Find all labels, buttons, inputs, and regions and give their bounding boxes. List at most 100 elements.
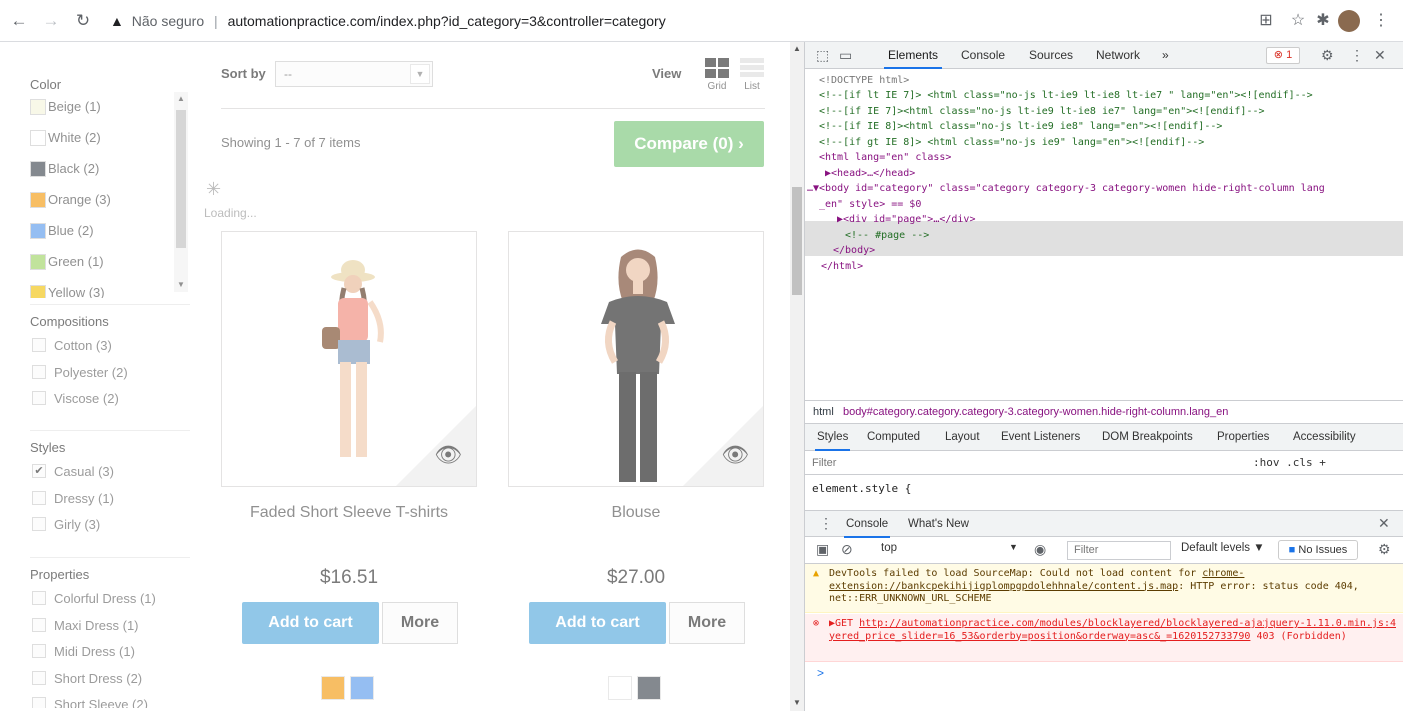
filter-checkbox-label[interactable]: Short Dress (2) [54, 671, 142, 686]
tab-accessibility[interactable]: Accessibility [1293, 431, 1356, 443]
url-text[interactable]: automationpractice.com/index.php?id_cate… [228, 13, 666, 29]
color-filter-label[interactable]: Orange (3) [48, 192, 111, 207]
color-filter-label[interactable]: Black (2) [48, 161, 99, 176]
filter-checkbox-label[interactable]: Viscose (2) [54, 391, 119, 406]
filter-checkbox-item[interactable]: Short Dress (2) [32, 670, 142, 691]
tab-sources[interactable]: Sources [1029, 48, 1073, 62]
color-filter-item[interactable]: Black (2) [30, 161, 99, 181]
product-image-card[interactable]: 👁 [221, 231, 477, 487]
color-swatch-blue[interactable] [350, 676, 374, 700]
page-scroll-thumb[interactable] [792, 187, 802, 295]
live-expression-eye-icon[interactable]: ◉ [1034, 541, 1046, 558]
product-image-card[interactable]: 👁 [508, 231, 764, 487]
sort-select[interactable]: -- ▼ [275, 61, 433, 87]
error-prefix[interactable]: ▶GET [829, 618, 859, 629]
styles-filter-placeholder[interactable]: Filter [812, 457, 836, 469]
breadcrumb-html[interactable]: html [813, 406, 834, 418]
dom-line[interactable]: <!-- #page --> [845, 228, 929, 244]
tab-properties[interactable]: Properties [1217, 431, 1269, 443]
quick-view-eye-icon[interactable]: 👁 [721, 442, 749, 468]
filter-checkbox-label[interactable]: Maxi Dress (1) [54, 618, 139, 633]
issues-button[interactable]: ■ No Issues [1278, 540, 1358, 560]
console-filter-input[interactable]: Filter [1067, 541, 1171, 560]
filter-checkbox-label[interactable]: Short Sleeve (2) [54, 697, 148, 708]
scroll-up-arrow-icon[interactable]: ▲ [790, 44, 804, 53]
dom-line[interactable]: ▶<div id="page">…</div> [837, 212, 975, 228]
error-source-link[interactable]: jquery-1.11.0.min.js:4 [1263, 618, 1396, 631]
filter-checkbox-item[interactable]: Viscose (2) [32, 391, 119, 411]
color-swatch[interactable] [30, 254, 46, 270]
error-count-badge[interactable]: ⊗ 1 [1266, 47, 1300, 64]
dom-line[interactable]: ▶<head>…</head> [825, 166, 915, 182]
tab-console[interactable]: Console [961, 48, 1005, 62]
dom-line[interactable]: <!--[if lt IE 7]> <html class="no-js lt-… [819, 88, 1313, 104]
gear-icon[interactable]: ⚙ [1378, 541, 1391, 558]
inspect-element-icon[interactable]: ⬚ [816, 47, 829, 64]
color-filter-item[interactable]: Yellow (3) [30, 285, 105, 298]
color-swatch[interactable] [30, 285, 46, 298]
filter-checkbox-item[interactable]: Maxi Dress (1) [32, 617, 139, 638]
dom-line[interactable]: <!DOCTYPE html> [819, 73, 909, 89]
filter-checkbox-item[interactable]: Dressy (1) [32, 490, 114, 511]
color-filter-item[interactable]: Orange (3) [30, 192, 111, 212]
color-filter-item[interactable]: Beige (1) [30, 99, 101, 119]
tab-layout[interactable]: Layout [945, 431, 980, 443]
add-to-cart-button[interactable]: Add to cart [242, 602, 379, 644]
filter-checkbox-item[interactable]: Midi Dress (1) [32, 644, 135, 664]
list-view-button[interactable]: List [737, 58, 767, 98]
color-list-scroll-thumb[interactable] [176, 110, 186, 248]
device-toolbar-icon[interactable]: ▭ [839, 47, 852, 64]
drawer-menu-icon[interactable]: ⋮ [819, 515, 833, 532]
error-link[interactable]: http://automationpractice.com/modules/bl… [829, 618, 1317, 642]
scroll-up-arrow-icon[interactable]: ▲ [174, 94, 188, 103]
page-scrollbar[interactable]: ▲ ▼ [790, 42, 804, 711]
product-name[interactable]: Faded Short Sleeve T-shirts [221, 504, 477, 522]
more-tabs-button[interactable]: » [1162, 48, 1169, 62]
hov-cls-toggles[interactable]: :hov .cls + [1253, 451, 1326, 475]
tab-computed[interactable]: Computed [867, 431, 920, 443]
color-filter-item[interactable]: White (2) [30, 130, 101, 150]
filter-checkbox-item[interactable]: Colorful Dress (1) [32, 591, 156, 611]
tab-network[interactable]: Network [1096, 48, 1140, 62]
filter-checkbox-label[interactable]: Midi Dress (1) [54, 644, 135, 659]
filter-checkbox-label[interactable]: Casual (3) [54, 464, 114, 479]
breadcrumb-body[interactable]: body#category.category.category-3.catego… [843, 406, 1228, 418]
more-button[interactable]: More [669, 602, 745, 644]
tab-dom-breakpoints[interactable]: DOM Breakpoints [1102, 431, 1193, 443]
context-select[interactable]: top ▼ [881, 542, 1018, 554]
checkbox[interactable] [32, 591, 46, 605]
console-prompt[interactable]: > [817, 666, 824, 680]
dom-line[interactable]: <!--[if IE 8]><html class="no-js lt-ie9 … [819, 119, 1222, 135]
color-swatch[interactable] [30, 223, 46, 239]
gear-icon[interactable]: ⚙ [1321, 47, 1334, 64]
filter-checkbox-label[interactable]: Polyester (2) [54, 365, 128, 380]
color-swatch[interactable] [30, 130, 46, 146]
drawer-tab-console[interactable]: Console [843, 518, 891, 538]
more-button[interactable]: More [382, 602, 458, 644]
color-swatch-white[interactable] [608, 676, 632, 700]
color-swatch-black[interactable] [637, 676, 661, 700]
translate-icon[interactable]: ⊞ [1255, 10, 1277, 32]
checkbox[interactable] [32, 364, 46, 379]
clear-console-icon[interactable]: ⊘ [841, 541, 853, 558]
warning-icon[interactable]: ▲ [110, 13, 124, 29]
color-filter-label[interactable]: Blue (2) [48, 223, 94, 238]
color-swatch[interactable] [30, 99, 46, 115]
log-levels-select[interactable]: Default levels ▼ [1181, 542, 1265, 554]
checkbox[interactable] [32, 517, 46, 531]
extensions-icon[interactable]: ✱ [1312, 10, 1334, 32]
product-name[interactable]: Blouse [508, 504, 764, 522]
profile-avatar[interactable] [1338, 10, 1360, 32]
color-filter-item[interactable]: Blue (2) [30, 223, 94, 243]
tab-styles[interactable]: Styles [814, 431, 851, 451]
add-to-cart-button[interactable]: Add to cart [529, 602, 666, 644]
filter-checkbox-item[interactable]: Polyester (2) [32, 364, 128, 385]
compare-button[interactable]: Compare (0) › [614, 121, 764, 167]
filter-checkbox-label[interactable]: Girly (3) [54, 517, 100, 532]
color-filter-label[interactable]: Yellow (3) [48, 285, 105, 298]
tab-event-listeners[interactable]: Event Listeners [1001, 431, 1080, 443]
chevron-down-icon[interactable]: ▼ [410, 64, 430, 84]
address-bar[interactable]: ▲ Não seguro | automationpractice.com/in… [110, 8, 1270, 35]
reload-icon[interactable]: ↻ [72, 10, 94, 32]
color-list-scrollbar[interactable]: ▲ ▼ [174, 92, 188, 292]
